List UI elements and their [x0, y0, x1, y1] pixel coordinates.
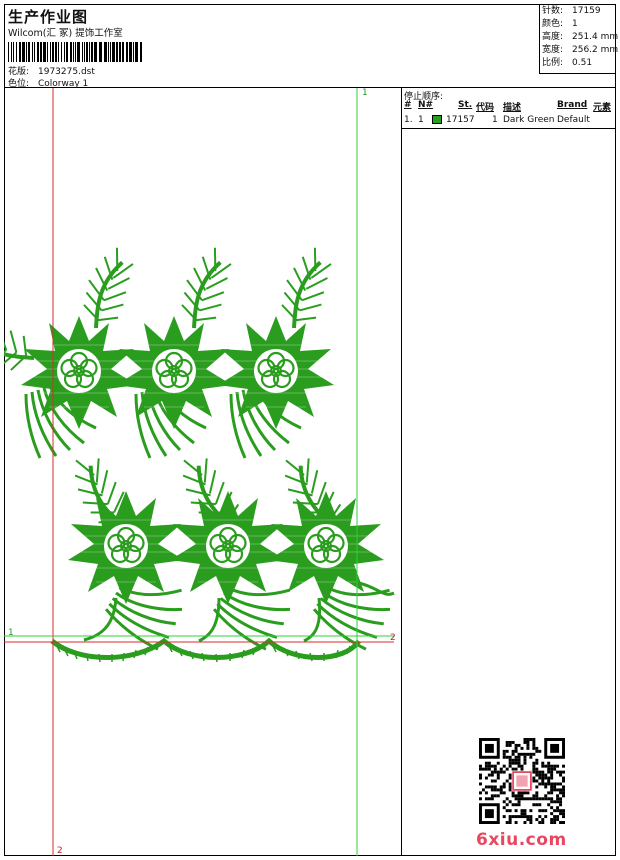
- row-brand: Default: [557, 115, 590, 125]
- col-needle: N#: [418, 100, 434, 110]
- marker-top-green: 1: [362, 88, 368, 98]
- row-needle: 1: [418, 115, 424, 125]
- stop-sequence-header: # N# St. 代码 描述 Brand 元素: [402, 100, 616, 114]
- col-description: 描述: [503, 103, 522, 113]
- marker-left-green: 1: [8, 628, 14, 638]
- row-stitches: 17157: [446, 115, 475, 125]
- embroidery-motif: [4, 241, 401, 663]
- row-description: Dark Green: [503, 115, 555, 125]
- barcode: [8, 42, 142, 62]
- company-name: Wilcom(汇 冢) 提饰工作室: [8, 28, 123, 39]
- stat-scale: 比例: 0.51: [542, 58, 593, 68]
- table-divider: [402, 128, 616, 129]
- row-index: 1.: [404, 115, 413, 125]
- col-element: 元素: [593, 103, 612, 113]
- col-stitches: St.: [458, 100, 473, 110]
- page-title: 生产作业图: [8, 8, 89, 26]
- color-swatch: [432, 115, 442, 125]
- table-row: 1. 1 17157 1 Dark Green Default: [402, 115, 616, 129]
- sheet-header: 生产作业图 Wilcom(汇 冢) 提饰工作室 花版: 1973275.dst 色…: [4, 4, 619, 89]
- watermark-site: 6xiu.com: [476, 830, 567, 850]
- marker-right-red: 2: [390, 633, 396, 643]
- col-index: #: [404, 100, 412, 110]
- stat-height: 高度: 251.4 mm: [542, 32, 619, 42]
- stat-colors: 颜色: 1: [542, 19, 578, 29]
- qr-code: [479, 738, 565, 824]
- stat-stitches: 针数: 17159: [542, 6, 601, 16]
- design-canvas: 1 1 2 2: [4, 88, 402, 856]
- embroidery-svg: [4, 88, 401, 856]
- stat-width: 宽度: 256.2 mm: [542, 45, 619, 55]
- col-code: 代码: [476, 103, 495, 113]
- col-brand: Brand: [557, 100, 588, 110]
- row-code: 1: [492, 115, 498, 125]
- stats-panel: 针数: 17159 颜色: 1 高度: 251.4 mm 宽度: 256.2 mm 比例…: [539, 4, 619, 74]
- marker-bottom-red: 2: [57, 846, 63, 856]
